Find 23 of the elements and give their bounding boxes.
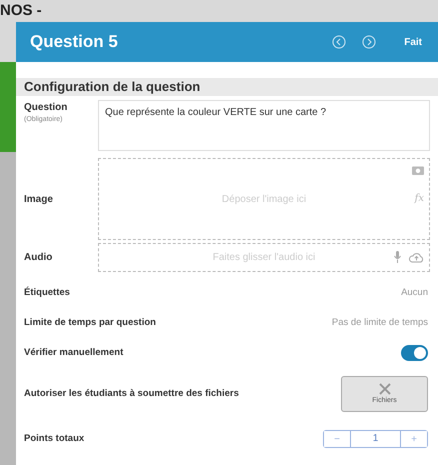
setting-label: Vérifier manuellement <box>24 346 124 360</box>
setting-label: Limite de temps par question <box>24 316 156 330</box>
page-title: NOS - <box>0 1 42 21</box>
field-label: Question <box>24 102 68 113</box>
toggle-switch[interactable] <box>401 345 428 361</box>
setting-label: Étiquettes <box>24 286 70 300</box>
next-icon[interactable] <box>362 35 376 49</box>
question-field[interactable]: Que représente la couleur VERTE sur une carte ? <box>98 100 430 151</box>
formula-button[interactable]: fx <box>414 191 424 206</box>
setting-value[interactable]: Pas de limite de temps <box>332 316 428 330</box>
field-label: Audio <box>24 251 54 265</box>
close-icon <box>378 382 392 396</box>
setting-label: Autoriser les étudiants à soumettre des fichiers <box>24 386 239 401</box>
camera-icon[interactable] <box>412 165 424 175</box>
setting-value[interactable]: Aucun <box>401 286 428 300</box>
section-header: Configuration de la question <box>16 78 438 96</box>
setting-label: Points totaux <box>24 432 84 446</box>
microphone-icon[interactable] <box>394 251 401 263</box>
done-button[interactable]: Fait <box>400 34 426 50</box>
previous-icon[interactable] <box>332 35 346 49</box>
dialog-title: Question 5 <box>30 31 119 54</box>
cloud-upload-icon[interactable] <box>409 252 424 263</box>
field-label: Image <box>24 192 54 206</box>
